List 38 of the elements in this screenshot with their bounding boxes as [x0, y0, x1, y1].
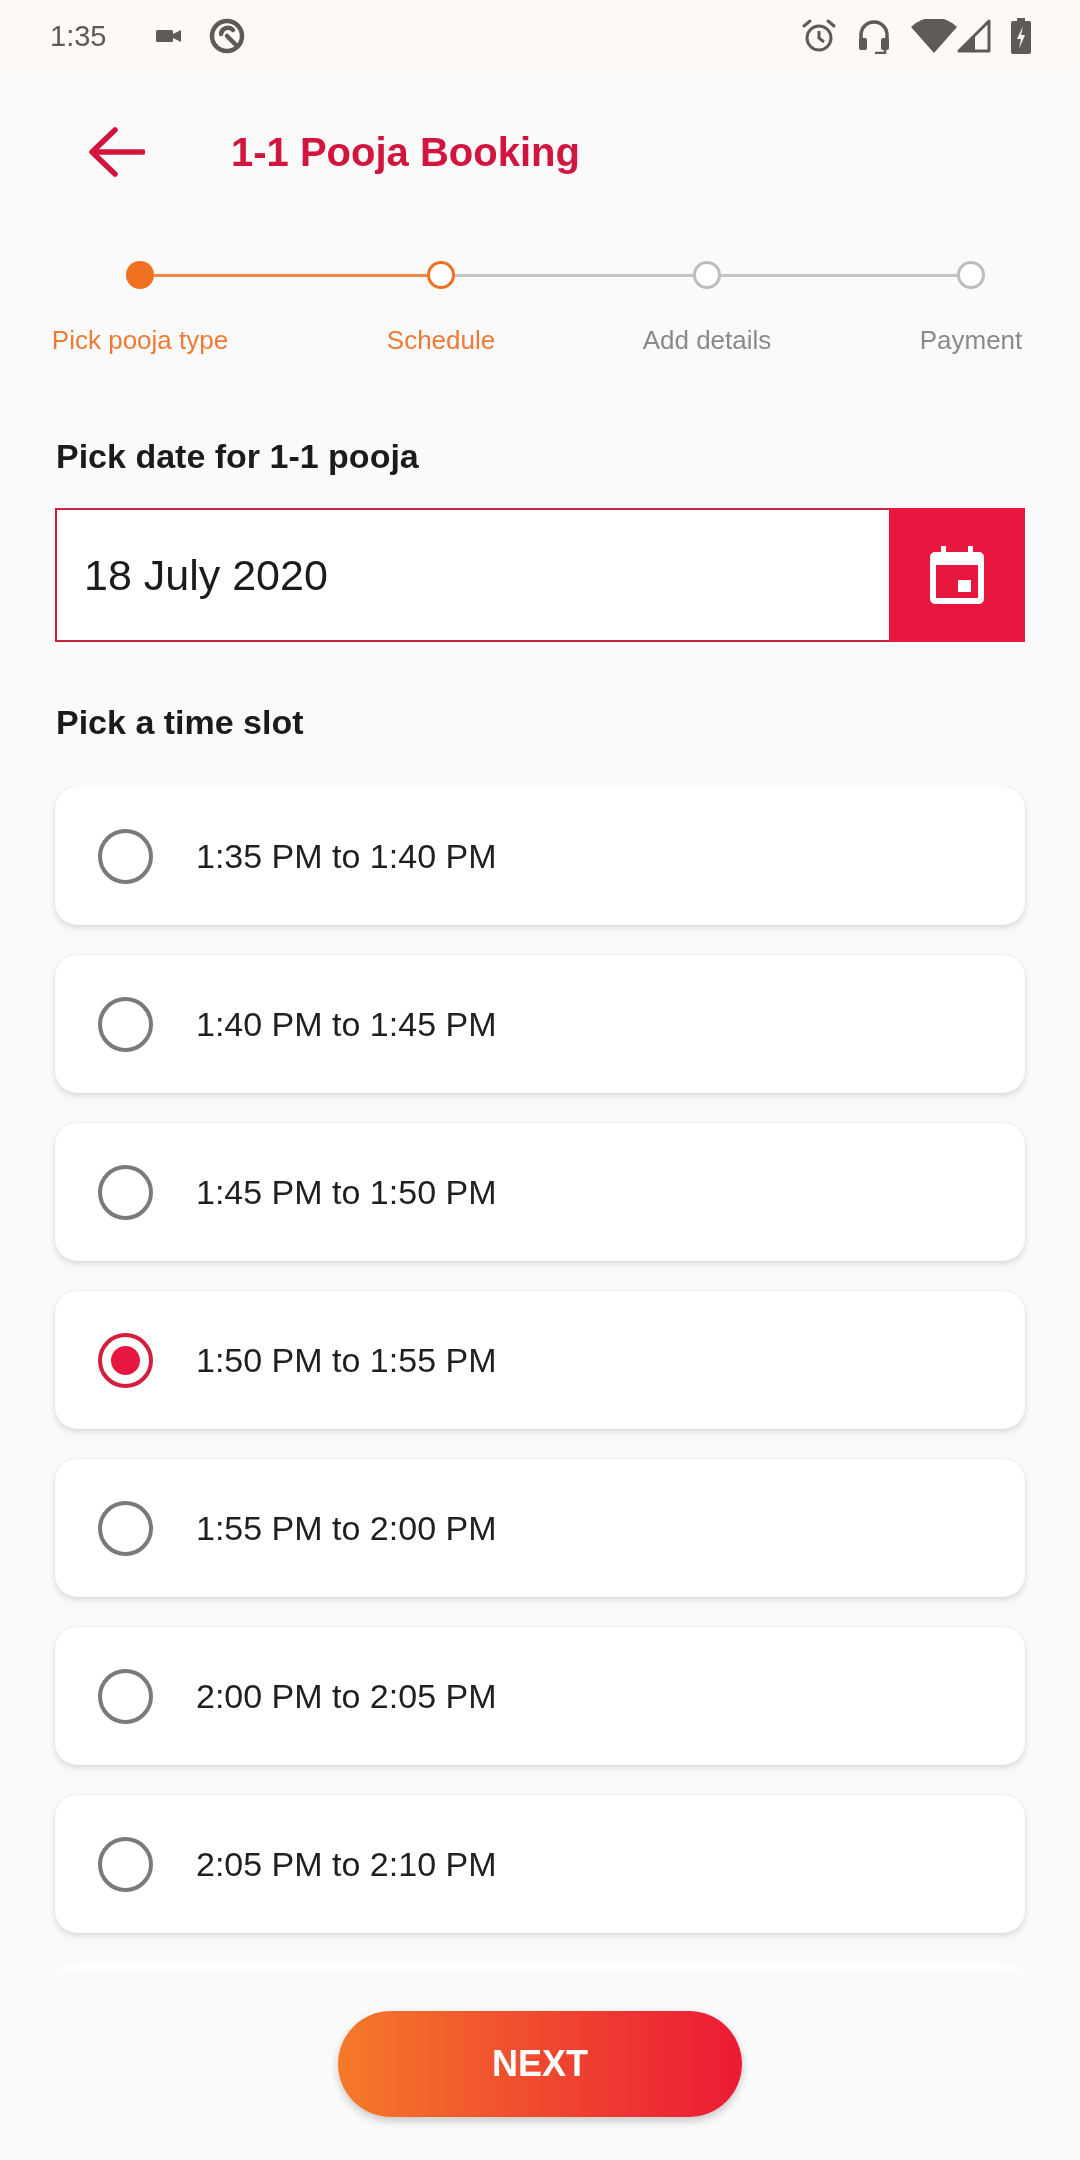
time-slot-card[interactable]: 2:05 PM to 2:10 PM — [55, 1795, 1025, 1933]
radio-button[interactable] — [98, 1668, 153, 1724]
time-slot-label: 1:50 PM to 1:55 PM — [196, 1340, 497, 1380]
status-time: 1:35 — [50, 19, 107, 53]
video-camera-icon — [156, 28, 183, 44]
time-slot-label: 1:55 PM to 2:00 PM — [196, 1508, 497, 1548]
time-slot-card[interactable]: 1:45 PM to 1:50 PM — [55, 1123, 1025, 1261]
cell-signal-icon — [957, 19, 991, 53]
date-field[interactable]: 18 July 2020 — [55, 508, 889, 642]
calendar-button[interactable] — [889, 508, 1025, 642]
radio-button[interactable] — [98, 996, 153, 1052]
radio-button[interactable] — [98, 1164, 153, 1220]
battery-charging-icon — [1011, 18, 1031, 54]
radio-button[interactable] — [98, 1836, 153, 1892]
next-button[interactable]: NEXT — [338, 2011, 742, 2117]
time-slot-label: 1:35 PM to 1:40 PM — [196, 836, 497, 876]
page-title: 1-1 Pooja Booking — [231, 129, 580, 175]
time-slot-card[interactable]: 2:00 PM to 2:05 PM — [55, 1627, 1025, 1765]
time-slot-label: 1:45 PM to 1:50 PM — [196, 1172, 497, 1212]
time-slot-card[interactable]: 1:35 PM to 1:40 PM — [55, 787, 1025, 925]
time-slot-card[interactable]: 1:40 PM to 1:45 PM — [55, 955, 1025, 1093]
section-heading: Pick date for 1-1 pooja — [56, 436, 419, 477]
time-slot-label: 2:05 PM to 2:10 PM — [196, 1844, 497, 1884]
time-slot-card[interactable]: 1:50 PM to 1:55 PM — [55, 1291, 1025, 1429]
circle-slash-icon — [208, 17, 247, 55]
radio-button[interactable] — [98, 1332, 153, 1388]
back-button[interactable] — [87, 127, 145, 177]
section-heading: Pick a time slot — [56, 702, 304, 743]
wifi-icon — [911, 19, 957, 53]
radio-button[interactable] — [98, 828, 153, 884]
back-arrow-icon — [87, 127, 145, 177]
alarm-clock-icon — [801, 18, 837, 54]
calendar-icon — [930, 546, 984, 604]
time-slot-label: 2:00 PM to 2:05 PM — [196, 1676, 497, 1716]
time-slot-label: 1:40 PM to 1:45 PM — [196, 1004, 497, 1044]
headset-icon — [857, 18, 891, 54]
radio-button[interactable] — [98, 1500, 153, 1556]
time-slot-card[interactable]: 1:55 PM to 2:00 PM — [55, 1459, 1025, 1597]
